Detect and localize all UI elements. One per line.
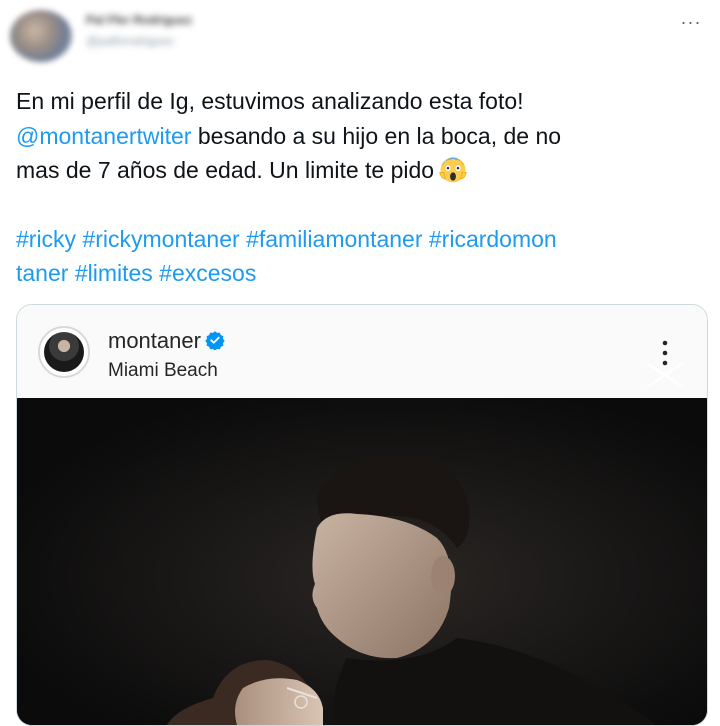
tweet-text-line2: besando a su hijo en la boca, de no xyxy=(191,122,562,149)
close-x-overlay-icon xyxy=(646,361,684,389)
ig-username[interactable]: montaner xyxy=(108,328,225,354)
mention-link[interactable]: @montanertwiter xyxy=(16,123,191,149)
tweet-line: En mi perfil de Ig, estuvimos analizando… xyxy=(16,84,706,119)
author-avatar[interactable] xyxy=(10,10,72,62)
ig-post-header: montaner Miami Beach xyxy=(17,305,707,398)
hashtags-line: #ricky #rickymontaner #familiamontaner #… xyxy=(16,222,706,257)
scream-emoji-icon xyxy=(439,157,467,183)
hashtags-line: taner #limites #excesos xyxy=(16,256,706,291)
more-options-button[interactable]: ··· xyxy=(676,12,706,32)
post-photo[interactable] xyxy=(17,398,707,725)
tweet-line: @montanertwiter besando a su hijo en la … xyxy=(16,119,706,154)
hashtag-links-2[interactable]: taner #limites #excesos xyxy=(16,260,256,286)
author-handle[interactable]: @palforodriguez xyxy=(86,34,174,48)
tweet-header: Pal Ffer Rodriguez @palforodriguez ··· xyxy=(0,0,720,70)
tweet-text-line3: mas de 7 años de edad. Un limite te pido xyxy=(16,157,435,183)
ig-username-text: montaner xyxy=(108,328,201,353)
author-name[interactable]: Pal Ffer Rodriguez xyxy=(86,13,192,27)
tweet-text: En mi perfil de Ig, estuvimos analizando… xyxy=(16,84,706,291)
instagram-embed-card[interactable]: montaner Miami Beach xyxy=(16,304,708,726)
tweet-text-line1: En mi perfil de Ig, estuvimos analizando… xyxy=(16,88,524,114)
verified-badge-icon xyxy=(205,331,225,350)
ig-avatar-image xyxy=(44,332,84,372)
ig-location[interactable]: Miami Beach xyxy=(108,360,218,382)
tweet-line: mas de 7 años de edad. Un limite te pido xyxy=(16,153,706,188)
ig-avatar[interactable] xyxy=(38,326,90,378)
hashtag-links-1[interactable]: #ricky #rickymontaner #familiamontaner #… xyxy=(16,226,557,252)
